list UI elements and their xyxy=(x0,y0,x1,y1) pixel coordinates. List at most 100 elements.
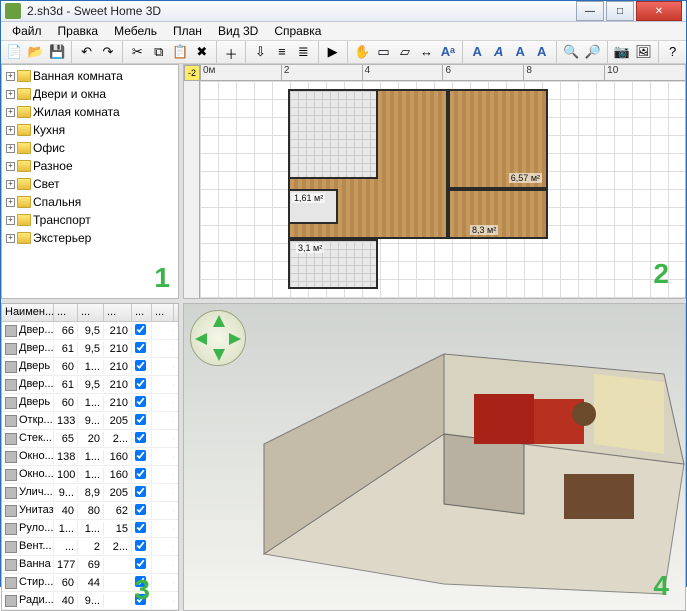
catalog-item-6[interactable]: +Свет xyxy=(4,175,176,193)
menu-вид 3d[interactable]: Вид 3D xyxy=(211,22,265,40)
align-left-icon[interactable]: ≡ xyxy=(273,41,291,63)
table-row[interactable]: Ванна17769 xyxy=(2,556,178,574)
visible-checkbox[interactable] xyxy=(135,522,146,533)
visible-checkbox[interactable] xyxy=(135,576,146,587)
room-icon[interactable]: ▱ xyxy=(396,41,414,63)
text-italic-icon[interactable]: A xyxy=(489,41,507,63)
plan-panel[interactable]: -2 0м246810 11,17 м² 6,57 м² 1,61 м² 8,3… xyxy=(183,64,686,299)
visible-checkbox[interactable] xyxy=(135,360,146,371)
column-header-5[interactable]: ... xyxy=(152,304,174,321)
table-row[interactable]: Ради...409... xyxy=(2,592,178,610)
table-row[interactable]: Руло...1...1...15 xyxy=(2,520,178,538)
visible-checkbox[interactable] xyxy=(135,396,146,407)
visible-checkbox[interactable] xyxy=(135,594,146,605)
text-color-icon[interactable]: A xyxy=(511,41,529,63)
table-row[interactable]: Двер...619,5210 xyxy=(2,340,178,358)
room-bath[interactable]: 3,1 м² xyxy=(288,239,378,289)
visible-checkbox[interactable] xyxy=(135,486,146,497)
visible-checkbox[interactable] xyxy=(135,324,146,335)
camera-icon[interactable]: 📷 xyxy=(613,41,631,63)
delete-icon[interactable]: ✖ xyxy=(193,41,211,63)
expand-icon[interactable]: + xyxy=(6,144,15,153)
plan-grid[interactable]: 11,17 м² 6,57 м² 1,61 м² 8,3 м² 3,1 м² xyxy=(200,81,685,298)
close-button[interactable]: ✕ xyxy=(636,1,682,21)
expand-icon[interactable]: + xyxy=(6,72,15,81)
visible-checkbox[interactable] xyxy=(135,540,146,551)
table-row[interactable]: Окно...1001...160 xyxy=(2,466,178,484)
zoom-out-icon[interactable]: 🔎 xyxy=(583,41,601,63)
table-row[interactable]: Унитаз408062 xyxy=(2,502,178,520)
open-icon[interactable]: 📂 xyxy=(26,41,44,63)
expand-icon[interactable]: + xyxy=(6,162,15,171)
text-icon[interactable]: Aᵃ xyxy=(439,41,457,63)
expand-icon[interactable]: + xyxy=(6,126,15,135)
catalog-item-3[interactable]: +Кухня xyxy=(4,121,176,139)
ruler-origin[interactable]: -2 xyxy=(184,65,200,81)
catalog-item-9[interactable]: +Экстерьер xyxy=(4,229,176,247)
visible-checkbox[interactable] xyxy=(135,504,146,515)
column-header-4[interactable]: ... xyxy=(132,304,152,321)
table-row[interactable]: Откр...1339...205 xyxy=(2,412,178,430)
visible-checkbox[interactable] xyxy=(135,414,146,425)
new-icon[interactable]: 📄 xyxy=(5,41,23,63)
menu-справка[interactable]: Справка xyxy=(267,22,328,40)
room-kitchen[interactable] xyxy=(288,89,378,179)
column-header-0[interactable]: Наимен... xyxy=(2,304,54,321)
view3d-panel[interactable]: 4 xyxy=(183,303,686,611)
expand-icon[interactable]: + xyxy=(6,108,15,117)
maximize-button[interactable]: □ xyxy=(606,1,634,21)
expand-icon[interactable]: + xyxy=(6,234,15,243)
table-row[interactable]: Вент......22... xyxy=(2,538,178,556)
minimize-button[interactable]: — xyxy=(576,1,604,21)
copy-icon[interactable]: ⧉ xyxy=(150,41,168,63)
column-header-3[interactable]: ... xyxy=(104,304,132,321)
pan-icon[interactable]: ✋ xyxy=(353,41,371,63)
text-big-icon[interactable]: A xyxy=(468,41,486,63)
table-row[interactable]: Стек...65202... xyxy=(2,430,178,448)
dimension-icon[interactable]: ↔ xyxy=(417,41,435,63)
visible-checkbox[interactable] xyxy=(135,432,146,443)
expand-icon[interactable]: + xyxy=(6,90,15,99)
menu-файл[interactable]: Файл xyxy=(5,22,49,40)
table-row[interactable]: Двер...669,5210 xyxy=(2,322,178,340)
catalog-item-2[interactable]: +Жилая комната xyxy=(4,103,176,121)
visible-checkbox[interactable] xyxy=(135,342,146,353)
visible-checkbox[interactable] xyxy=(135,558,146,569)
align-center-icon[interactable]: ≣ xyxy=(294,41,312,63)
help-icon[interactable]: ? xyxy=(663,41,681,63)
catalog-item-5[interactable]: +Разное xyxy=(4,157,176,175)
table-row[interactable]: Дверь601...210 xyxy=(2,358,178,376)
room-closet[interactable]: 1,61 м² xyxy=(288,189,338,224)
add-furniture-icon[interactable]: ＋ xyxy=(222,41,240,63)
catalog-item-0[interactable]: +Ванная комната xyxy=(4,67,176,85)
table-row[interactable]: Окно...1381...160 xyxy=(2,448,178,466)
expand-icon[interactable]: + xyxy=(6,180,15,189)
table-row[interactable]: Дверь601...210 xyxy=(2,394,178,412)
room-bedroom[interactable]: 6,57 м² xyxy=(448,89,548,189)
column-header-2[interactable]: ... xyxy=(78,304,104,321)
photo-icon[interactable]: 🖼 xyxy=(634,41,652,63)
import-icon[interactable]: ⇩ xyxy=(251,41,269,63)
visible-checkbox[interactable] xyxy=(135,450,146,461)
undo-icon[interactable]: ↶ xyxy=(77,41,95,63)
room-hall[interactable]: 8,3 м² xyxy=(448,189,548,239)
table-row[interactable]: Стир...6044 xyxy=(2,574,178,592)
table-row[interactable]: Улич...9...8,9205 xyxy=(2,484,178,502)
catalog-item-4[interactable]: +Офис xyxy=(4,139,176,157)
wall-icon[interactable]: ▭ xyxy=(374,41,392,63)
visible-checkbox[interactable] xyxy=(135,378,146,389)
expand-icon[interactable]: + xyxy=(6,216,15,225)
paste-icon[interactable]: 📋 xyxy=(171,41,189,63)
menu-мебель[interactable]: Мебель xyxy=(107,22,164,40)
catalog-item-7[interactable]: +Спальня xyxy=(4,193,176,211)
catalog-item-8[interactable]: +Транспорт xyxy=(4,211,176,229)
expand-icon[interactable]: + xyxy=(6,198,15,207)
table-row[interactable]: Двер...619,5210 xyxy=(2,376,178,394)
menu-план[interactable]: План xyxy=(166,22,209,40)
column-header-1[interactable]: ... xyxy=(54,304,78,321)
cut-icon[interactable]: ✂ xyxy=(128,41,146,63)
redo-icon[interactable]: ↷ xyxy=(99,41,117,63)
select-icon[interactable]: ▶ xyxy=(323,41,341,63)
visible-checkbox[interactable] xyxy=(135,468,146,479)
text-bold-icon[interactable]: A xyxy=(532,41,550,63)
